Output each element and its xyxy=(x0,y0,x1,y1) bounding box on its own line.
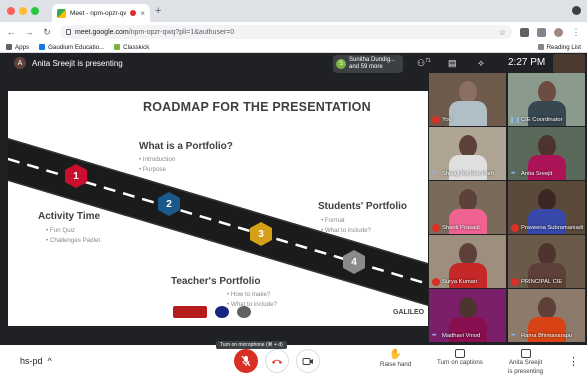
participant-tile[interactable]: ••• Shivaji Ra Ren Path xyxy=(429,127,506,180)
participant-tile[interactable]: ••• Rama Bhimavarapu xyxy=(508,289,585,342)
chevron-up-icon: ^ xyxy=(47,356,52,366)
section-heading-4: Teacher's Portfolio xyxy=(171,276,261,287)
participant-avatar: S xyxy=(336,59,346,69)
mic-off-icon xyxy=(432,278,440,286)
microphone-button[interactable] xyxy=(234,349,258,373)
lock-icon xyxy=(66,29,71,35)
apps-grid-icon xyxy=(6,44,12,50)
participant-tile[interactable]: Shanti Prasadi xyxy=(429,181,506,234)
window-maximize-button[interactable] xyxy=(31,7,39,15)
omnibox[interactable]: meet.google.com/npm-opzr-qwq?pli=1&authu… xyxy=(60,25,512,39)
extensions-icon[interactable] xyxy=(520,27,529,37)
speaking-indicator-icon xyxy=(511,117,519,123)
bookmark-star-icon[interactable]: ☆ xyxy=(499,28,506,37)
profile-avatar-icon[interactable] xyxy=(554,27,563,37)
cambridge-logo xyxy=(173,306,207,318)
participant-tile[interactable]: PRINCIPAL CIE xyxy=(508,235,585,288)
browser-tab-bar: Meet - npm-opzr-qwq × + xyxy=(0,0,587,22)
puzzle-icon[interactable] xyxy=(537,27,546,37)
meeting-clock: 2:27 PM xyxy=(508,57,546,68)
participant-tile[interactable]: Surya Kumari xyxy=(429,235,506,288)
audio-dots-icon: ••• xyxy=(511,333,515,339)
presentation-slide: ROADMAP FOR THE PRESENTATION 1 What is a… xyxy=(8,91,428,326)
screen: Meet - npm-opzr-qwq × + ← → ↻ meet.googl… xyxy=(0,0,587,379)
browser-menu-icon[interactable] xyxy=(572,6,581,15)
section-bullets-3: FormatWhat to include? xyxy=(321,216,371,235)
mic-tooltip: Turn on microphone (⌘ + d) xyxy=(216,341,287,349)
mic-off-icon xyxy=(511,278,519,286)
recording-dot-icon xyxy=(130,10,137,16)
mic-off-icon xyxy=(432,224,440,232)
url-text: meet.google.com/npm-opzr-qwq?pli=1&authu… xyxy=(75,28,235,36)
bookmarks-bar: Apps Gaudium Educatio... Classkick Readi… xyxy=(0,42,587,53)
presenter-avatar: A xyxy=(14,57,26,69)
section-heading-2: Activity Time xyxy=(38,211,101,222)
slide-title: ROADMAP FOR THE PRESENTATION xyxy=(143,100,371,114)
captions-icon xyxy=(454,349,465,358)
participant-tile[interactable]: You xyxy=(429,73,506,126)
window-minimize-button[interactable] xyxy=(19,7,27,15)
mic-off-icon xyxy=(241,355,251,367)
meeting-code[interactable]: hs-pd ^ xyxy=(20,356,52,366)
cbse-logo xyxy=(237,306,251,318)
reading-list-button[interactable]: Reading List xyxy=(537,44,581,51)
window-close-button[interactable] xyxy=(7,7,15,15)
forward-icon[interactable]: → xyxy=(24,27,34,37)
self-view-thumbnail[interactable] xyxy=(553,54,585,73)
section-heading-3: Students' Portfolio xyxy=(318,201,408,212)
close-tab-icon[interactable]: × xyxy=(140,9,145,18)
section-bullets-1: IntroductionPurpose xyxy=(139,155,175,174)
audio-dots-icon: ••• xyxy=(432,171,436,177)
chat-icon[interactable]: ▤ xyxy=(448,58,457,69)
end-call-button[interactable] xyxy=(265,349,289,373)
audio-dots-icon: ••• xyxy=(511,171,515,177)
participant-tile[interactable]: Praveena Subramaniadi xyxy=(508,181,585,234)
participant-tile[interactable]: ••• Madhavi Vinod xyxy=(429,289,506,342)
captions-button[interactable]: Turn on captions xyxy=(437,349,483,367)
reload-icon[interactable]: ↻ xyxy=(42,27,52,38)
presenting-banner: A Anita Sreejit is presenting xyxy=(14,57,123,69)
participant-tile[interactable]: CIE Coordinator xyxy=(508,73,585,126)
raise-hand-button[interactable]: ✋ Raise hand xyxy=(380,349,411,369)
participant-tile[interactable]: ••• Anita Sreejit xyxy=(508,127,585,180)
reading-list-icon xyxy=(537,44,544,50)
new-tab-button[interactable]: + xyxy=(155,5,161,17)
bookmark-apps[interactable]: Apps xyxy=(6,44,29,51)
section-heading-1: What is a Portfolio? xyxy=(139,141,233,152)
address-bar-row: ← → ↻ meet.google.com/npm-opzr-qwq?pli=1… xyxy=(0,22,587,42)
present-screen-icon xyxy=(520,349,531,358)
camera-button[interactable] xyxy=(296,349,320,373)
mic-off-icon xyxy=(511,224,519,232)
video-camera-icon xyxy=(302,357,313,365)
more-options-icon[interactable]: ⋮ xyxy=(568,355,579,368)
call-controls-bar: hs-pd ^ Turn on microphone (⌘ + d) ✋ Rai… xyxy=(0,341,587,379)
audio-dots-icon: ••• xyxy=(432,333,436,339)
gaudium-icon xyxy=(39,44,46,50)
hang-up-icon xyxy=(272,359,282,364)
footer-brand: GALILEO xyxy=(393,309,425,316)
bookmark-classkick[interactable]: Classkick xyxy=(114,44,149,51)
participants-chip[interactable]: S Sunitha Dundig... and 59 more xyxy=(333,55,403,73)
people-icon[interactable]: ⚇71 xyxy=(417,58,431,69)
meet-stage: A Anita Sreejit is presenting S Sunitha … xyxy=(0,53,587,345)
partner-logos xyxy=(173,306,251,318)
ib-logo xyxy=(215,306,229,318)
mic-off-icon xyxy=(432,116,440,124)
presenting-label: Anita Sreejit is presenting xyxy=(32,58,123,68)
meet-favicon-icon xyxy=(57,8,66,18)
bookmark-gaudium[interactable]: Gaudium Educatio... xyxy=(39,44,104,51)
kebab-menu-icon[interactable]: ⋮ xyxy=(571,27,581,38)
section-bullets-2: Fun QuizChallenges Padlet xyxy=(46,226,100,245)
tab-title: Meet - npm-opzr-qwq xyxy=(70,9,127,17)
activities-icon[interactable]: ⟡ xyxy=(478,58,484,69)
browser-tab[interactable]: Meet - npm-opzr-qwq × xyxy=(52,4,150,22)
present-status-button[interactable]: Anita Sreejit is presenting xyxy=(508,349,543,376)
participants-grid: You CIE Coordinator ••• Shivaji Ra Ren Pa… xyxy=(429,73,586,343)
back-icon[interactable]: ← xyxy=(6,27,16,37)
hand-icon: ✋ xyxy=(389,349,402,360)
classkick-icon xyxy=(114,44,121,50)
